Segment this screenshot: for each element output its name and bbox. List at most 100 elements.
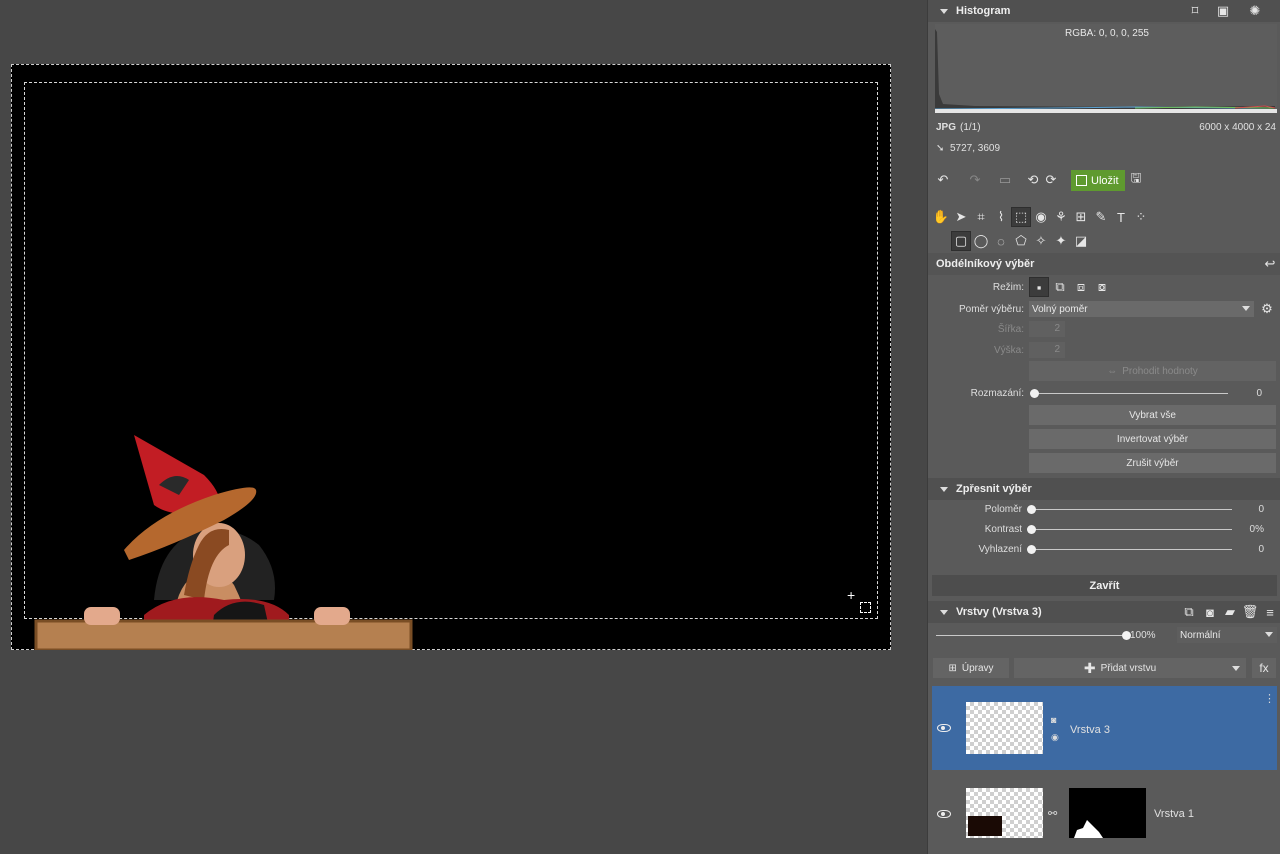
add-layer-label: Přidat vrstvu bbox=[1100, 662, 1157, 674]
radius-label: Poloměr bbox=[984, 504, 1022, 515]
photo-thumb bbox=[968, 816, 1002, 836]
hand-tool-icon[interactable]: ✋ bbox=[931, 207, 951, 227]
rotate-right-icon[interactable]: ⟳ bbox=[1042, 171, 1060, 189]
width-input[interactable]: 2 bbox=[1029, 321, 1065, 337]
mode-new-icon[interactable]: ▪ bbox=[1029, 277, 1049, 297]
add-mask-icon[interactable]: ◙ bbox=[1201, 603, 1219, 621]
collapse-triangle-icon[interactable] bbox=[940, 8, 948, 14]
straighten-tool-icon[interactable]: ⌇ bbox=[991, 207, 1011, 227]
add-layer-button[interactable]: ✚ Přidat vrstvu bbox=[1014, 658, 1226, 678]
collapse-triangle-icon[interactable] bbox=[940, 609, 948, 615]
selection-view-icon[interactable]: ⌑ bbox=[1186, 2, 1204, 20]
menu-icon[interactable]: ≡ bbox=[1261, 603, 1279, 621]
opacity-slider[interactable] bbox=[936, 631, 1131, 640]
radius-slider-knob[interactable] bbox=[1027, 505, 1036, 514]
blur-label: Rozmazání: bbox=[970, 388, 1024, 399]
cursor-position: 5727, 3609 bbox=[950, 143, 1001, 154]
histogram-header[interactable]: Histogram ⌑ ▣ ✺ bbox=[928, 0, 1280, 22]
folder-icon[interactable]: ▰ bbox=[1221, 603, 1239, 621]
save-as-icon[interactable]: 🖫 bbox=[1127, 170, 1145, 189]
undo-icon[interactable]: ↶ bbox=[934, 171, 952, 189]
swap-arrows-icon: ⇔ bbox=[1107, 365, 1118, 377]
contrast-label: Kontrast bbox=[984, 524, 1022, 535]
ratio-select[interactable]: Volný poměr bbox=[1029, 301, 1254, 317]
mask-icon: ◙ bbox=[1051, 715, 1057, 725]
red-eye-tool-icon[interactable]: ◉ bbox=[1031, 207, 1051, 227]
mode-label: Režim: bbox=[992, 282, 1024, 293]
reset-icon[interactable]: ↩ bbox=[1261, 255, 1279, 273]
add-layer-dropdown[interactable] bbox=[1226, 658, 1246, 678]
blur-slider[interactable] bbox=[1030, 389, 1228, 398]
rotate-left-icon[interactable]: ⟲ bbox=[1024, 171, 1042, 189]
blend-mode-select[interactable]: Normální bbox=[1177, 627, 1277, 643]
swap-values-button[interactable]: ⇔ Prohodit hodnoty bbox=[1029, 361, 1276, 381]
text-tool-icon[interactable]: T bbox=[1111, 207, 1131, 227]
mode-add-icon[interactable]: ⧉ bbox=[1050, 277, 1070, 297]
height-input[interactable]: 2 bbox=[1029, 342, 1065, 358]
plus-icon: ✚ bbox=[1083, 659, 1096, 676]
magic-wand-icon[interactable]: ✦ bbox=[1051, 231, 1071, 251]
image-canvas[interactable]: + bbox=[11, 64, 891, 650]
save-button[interactable]: Uložit bbox=[1071, 170, 1125, 191]
polygon-lasso-icon[interactable]: ⬠ bbox=[1011, 231, 1031, 251]
eye-icon[interactable] bbox=[937, 810, 951, 818]
grid-tool-icon[interactable]: ⊞ bbox=[1071, 207, 1091, 227]
eye-icon[interactable] bbox=[937, 724, 951, 732]
image-workspace[interactable]: + bbox=[0, 0, 927, 854]
swap-values-label: Prohodit hodnoty bbox=[1122, 365, 1198, 377]
select-all-button[interactable]: Vybrat vše bbox=[1029, 405, 1276, 425]
file-format: JPG bbox=[936, 122, 957, 133]
selection-cursor-icon bbox=[860, 602, 871, 613]
trash-icon[interactable]: 🗑 bbox=[1241, 603, 1259, 621]
mask-view-icon[interactable]: ▣ bbox=[1214, 2, 1232, 20]
redo-icon[interactable]: ↷ bbox=[966, 171, 984, 189]
adjustments-button[interactable]: ⊞ Úpravy bbox=[933, 658, 1009, 678]
fx-button[interactable]: fx bbox=[1252, 658, 1276, 678]
smooth-slider-knob[interactable] bbox=[1027, 545, 1036, 554]
lasso-select-icon[interactable]: ◌ bbox=[991, 231, 1011, 251]
more-icon[interactable]: ⋮ bbox=[1264, 692, 1275, 705]
floppy-icon bbox=[1076, 175, 1087, 186]
smooth-slider[interactable] bbox=[1027, 545, 1232, 554]
radius-value: 0 bbox=[1258, 504, 1264, 515]
ratio-settings-gear-icon[interactable]: ⚙ bbox=[1258, 300, 1276, 318]
duplicate-layer-icon[interactable]: ⧉ bbox=[1180, 603, 1198, 621]
right-panel: Histogram ⌑ ▣ ✺ RGBA: 0, 0, 0, 255 JPG (… bbox=[927, 0, 1280, 854]
ratio-value: Volný poměr bbox=[1032, 303, 1088, 315]
rect-select-icon[interactable]: ▢ bbox=[951, 231, 971, 251]
clone-tool-icon[interactable]: ⚘ bbox=[1051, 207, 1071, 227]
points-tool-icon[interactable]: ⁘ bbox=[1131, 207, 1151, 227]
blur-slider-knob[interactable] bbox=[1030, 389, 1039, 398]
chevron-down-icon bbox=[1265, 632, 1273, 637]
link-icon[interactable]: ⚯ bbox=[1048, 807, 1057, 820]
layer-name: Vrstva 3 bbox=[1070, 724, 1110, 736]
layer-row-vrstva-3[interactable]: ◙ ◉ Vrstva 3 ⋮ bbox=[932, 686, 1277, 770]
histogram-chart: RGBA: 0, 0, 0, 255 bbox=[935, 24, 1277, 113]
collapse-triangle-icon[interactable] bbox=[940, 486, 948, 492]
radius-slider[interactable] bbox=[1027, 505, 1232, 514]
layer-row-vrstva-1[interactable]: ⚯ Vrstva 1 bbox=[932, 780, 1277, 850]
crop-tool-icon[interactable]: ⌗ bbox=[971, 207, 991, 227]
mode-intersect-icon[interactable]: ⧇ bbox=[1092, 277, 1112, 297]
pointer-icon: ➘ bbox=[936, 143, 945, 154]
ellipse-select-icon[interactable]: ◯ bbox=[971, 231, 991, 251]
contrast-slider[interactable] bbox=[1027, 525, 1232, 534]
selection-tool-icon[interactable]: ⬚ bbox=[1011, 207, 1031, 227]
cancel-selection-button[interactable]: Zrušit výběr bbox=[1029, 453, 1276, 473]
mode-subtract-icon[interactable]: ⧈ bbox=[1071, 277, 1091, 297]
image-icon[interactable]: ▭ bbox=[996, 171, 1014, 189]
width-label: Šířka: bbox=[997, 324, 1024, 335]
contrast-slider-knob[interactable] bbox=[1027, 525, 1036, 534]
magnetic-lasso-icon[interactable]: ✧ bbox=[1031, 231, 1051, 251]
pointer-tool-icon[interactable]: ➤ bbox=[951, 207, 971, 227]
refine-header[interactable]: Zpřesnit výběr bbox=[928, 478, 1280, 500]
crosshair-cursor-icon: + bbox=[847, 587, 856, 603]
gear-icon[interactable]: ✺ bbox=[1246, 2, 1264, 20]
layers-header[interactable]: Vrstvy (Vrstva 3) ⧉ ◙ ▰ 🗑 ≡ bbox=[928, 601, 1280, 623]
opacity-value: 100% bbox=[1130, 630, 1156, 641]
close-button[interactable]: Zavřít bbox=[932, 575, 1277, 596]
brush-tool-icon[interactable]: ✎ bbox=[1091, 207, 1111, 227]
smooth-label: Vyhlazení bbox=[978, 544, 1022, 555]
gradient-select-icon[interactable]: ◪ bbox=[1071, 231, 1091, 251]
invert-selection-button[interactable]: Invertovat výběr bbox=[1029, 429, 1276, 449]
